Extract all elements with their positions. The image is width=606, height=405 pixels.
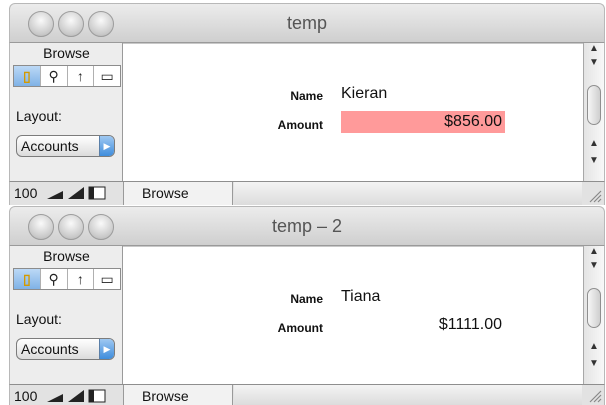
window-title: temp – 2 xyxy=(271,216,343,236)
browse-tool-icon[interactable]: ▯ xyxy=(14,269,41,289)
layout-tool-icon[interactable]: ↑ xyxy=(68,66,95,86)
scroll-up-icon[interactable]: ▲ xyxy=(584,246,604,257)
popup-arrow-icon: ▶ xyxy=(99,136,114,156)
vertical-scrollbar[interactable]: ▲ ▼ ▲ ▼ xyxy=(583,246,605,384)
status-area: Browse ▯ ⚲ ↑ ▭ Layout: Accounts ▶ xyxy=(9,43,123,181)
mode-indicator-label: Browse xyxy=(142,388,189,404)
scroll-down-icon[interactable]: ▼ xyxy=(584,260,604,271)
layout-tool-icon[interactable]: ↑ xyxy=(68,269,95,289)
mode-indicator[interactable]: Browse xyxy=(123,385,233,405)
status-area: Browse ▯ ⚲ ↑ ▭ Layout: Accounts ▶ xyxy=(9,246,123,384)
mode-label: Browse xyxy=(43,45,90,61)
zoom-in-icon[interactable] xyxy=(67,186,85,200)
record-area: Name Kieran Amount $856.00 xyxy=(123,43,583,181)
layout-popup-value: Accounts xyxy=(21,341,79,357)
status-bar: 100 Browse xyxy=(9,384,605,405)
amount-field[interactable]: $856.00 xyxy=(341,111,505,133)
popup-arrow-icon: ▶ xyxy=(99,339,114,359)
scroll-down-icon[interactable]: ▼ xyxy=(584,57,604,68)
window-temp-2: temp – 2 Browse ▯ ⚲ ↑ ▭ Layout: Accounts… xyxy=(9,206,605,405)
layout-label: Layout: xyxy=(16,108,62,124)
scroll-up-icon[interactable]: ▲ xyxy=(584,341,604,352)
find-tool-icon[interactable]: ⚲ xyxy=(41,66,68,86)
mode-label: Browse xyxy=(43,248,90,264)
scroll-up-icon[interactable]: ▲ xyxy=(584,43,604,54)
preview-tool-icon[interactable]: ▭ xyxy=(94,66,120,86)
title-bar[interactable]: temp xyxy=(9,3,605,43)
scroll-up-icon[interactable]: ▲ xyxy=(584,138,604,149)
scroll-thumb[interactable] xyxy=(587,85,601,125)
name-field[interactable]: Kieran xyxy=(341,85,387,103)
record-area: Name Tiana Amount $1111.00 xyxy=(123,246,583,384)
mode-tools: ▯ ⚲ ↑ ▭ xyxy=(13,268,121,290)
zoom-level[interactable]: 100 xyxy=(14,388,37,404)
window-title: temp xyxy=(286,13,328,33)
zoom-out-icon[interactable] xyxy=(46,389,64,403)
scroll-down-icon[interactable]: ▼ xyxy=(584,358,604,369)
amount-label: Amount xyxy=(277,118,323,132)
scroll-thumb[interactable] xyxy=(587,288,601,328)
horizontal-scrollbar[interactable] xyxy=(234,385,582,405)
zoom-level[interactable]: 100 xyxy=(14,185,37,201)
mode-indicator-label: Browse xyxy=(142,185,189,201)
zoom-out-icon[interactable] xyxy=(46,186,64,200)
mode-tools: ▯ ⚲ ↑ ▭ xyxy=(13,65,121,87)
amount-field[interactable]: $1111.00 xyxy=(341,314,505,336)
mode-indicator[interactable]: Browse xyxy=(123,182,233,205)
layout-label: Layout: xyxy=(16,311,62,327)
preview-tool-icon[interactable]: ▭ xyxy=(94,269,120,289)
vertical-scrollbar[interactable]: ▲ ▼ ▲ ▼ xyxy=(583,43,605,181)
status-toggle-icon[interactable] xyxy=(88,389,106,403)
status-toggle-icon[interactable] xyxy=(88,186,106,200)
zoom-in-icon[interactable] xyxy=(67,389,85,403)
find-tool-icon[interactable]: ⚲ xyxy=(41,269,68,289)
resize-grip-icon[interactable] xyxy=(586,187,602,203)
layout-popup[interactable]: Accounts ▶ xyxy=(16,338,115,360)
layout-popup[interactable]: Accounts ▶ xyxy=(16,135,115,157)
resize-grip-icon[interactable] xyxy=(586,387,602,403)
horizontal-scrollbar[interactable] xyxy=(234,182,582,205)
browse-tool-icon[interactable]: ▯ xyxy=(14,66,41,86)
name-field[interactable]: Tiana xyxy=(341,288,380,306)
window-temp: temp Browse ▯ ⚲ ↑ ▭ Layout: Accounts ▶ N… xyxy=(9,3,605,205)
scroll-down-icon[interactable]: ▼ xyxy=(584,155,604,166)
name-label: Name xyxy=(290,292,323,306)
status-bar: 100 Browse xyxy=(9,181,605,205)
name-label: Name xyxy=(290,89,323,103)
amount-label: Amount xyxy=(277,321,323,335)
layout-popup-value: Accounts xyxy=(21,138,79,154)
title-bar[interactable]: temp – 2 xyxy=(9,206,605,246)
